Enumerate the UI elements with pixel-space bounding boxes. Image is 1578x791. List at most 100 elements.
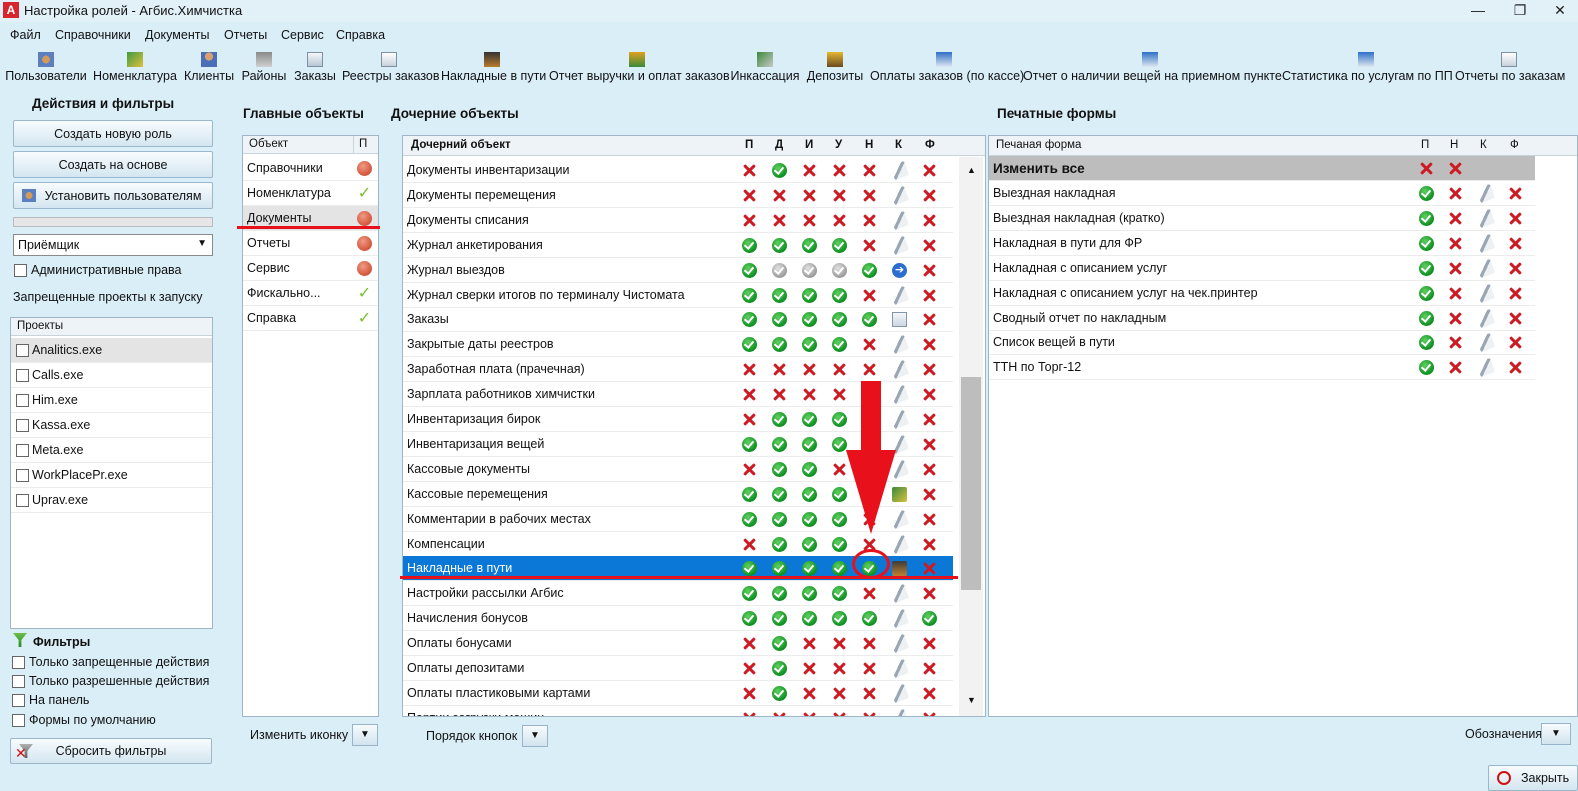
list-item[interactable]: Meta.exe — [11, 438, 212, 463]
tick-icon[interactable]: ✓ — [357, 311, 372, 327]
check-icon[interactable] — [802, 461, 817, 477]
eraser-icon[interactable] — [1475, 258, 1496, 278]
create-role-button[interactable]: Создать новую роль — [13, 120, 213, 147]
cross-icon[interactable] — [772, 362, 787, 377]
check-icon[interactable] — [832, 536, 847, 552]
column-header[interactable]: Ф — [925, 139, 935, 151]
check-icon[interactable] — [802, 561, 817, 577]
cross-icon[interactable] — [832, 362, 847, 377]
project-checkbox[interactable] — [16, 469, 29, 482]
check-icon[interactable] — [802, 337, 817, 353]
close-button[interactable]: Закрыть — [1488, 765, 1578, 791]
list-item[interactable]: Kassa.exe — [11, 413, 212, 438]
cross-icon[interactable] — [922, 263, 937, 278]
toolbar-waybills-button[interactable]: Накладные в пути — [441, 48, 546, 88]
check-icon[interactable] — [742, 511, 757, 527]
check-icon[interactable] — [772, 486, 787, 502]
check-icon[interactable] — [772, 561, 787, 577]
project-checkbox[interactable] — [16, 444, 29, 457]
cross-icon[interactable] — [862, 711, 877, 716]
table-row[interactable]: ТТН по Торг-12 — [989, 355, 1535, 381]
cross-icon[interactable] — [922, 238, 937, 253]
cross-icon[interactable] — [922, 387, 937, 402]
tick-icon[interactable]: ✓ — [357, 186, 372, 202]
eraser-icon[interactable] — [889, 633, 910, 654]
cross-icon[interactable] — [742, 412, 757, 427]
column-header[interactable]: И — [805, 139, 813, 151]
column-header[interactable]: К — [895, 139, 902, 151]
eraser-icon[interactable] — [1475, 208, 1496, 229]
project-checkbox[interactable] — [16, 369, 29, 382]
menu-file[interactable]: Файл — [10, 28, 41, 42]
check-icon[interactable] — [832, 561, 847, 577]
check-icon[interactable] — [742, 561, 757, 577]
cross-icon[interactable] — [922, 636, 937, 651]
cross-icon[interactable] — [922, 412, 937, 427]
admin-rights-checkbox[interactable] — [14, 264, 27, 277]
table-row[interactable]: Сервис — [243, 256, 378, 281]
check-icon[interactable] — [1419, 360, 1434, 376]
cross-icon[interactable] — [922, 437, 937, 452]
toolbar-clients-button[interactable]: Клиенты — [183, 48, 235, 88]
check-icon[interactable] — [742, 262, 757, 278]
cross-icon[interactable] — [1508, 360, 1523, 375]
table-row[interactable]: Начисления бонусов — [403, 606, 953, 632]
table-row[interactable]: Журнал анкетирования — [403, 233, 953, 258]
check-icon[interactable] — [772, 511, 787, 527]
cross-icon[interactable] — [1448, 236, 1463, 251]
check-icon[interactable] — [832, 312, 847, 328]
table-row[interactable]: Список вещей в пути — [989, 330, 1535, 356]
cross-icon[interactable] — [772, 387, 787, 402]
check-icon[interactable] — [742, 486, 757, 502]
check-icon[interactable] — [772, 237, 787, 253]
cross-icon[interactable] — [832, 387, 847, 402]
cross-icon[interactable] — [772, 188, 787, 203]
check-icon[interactable] — [742, 436, 757, 452]
grey-check-icon[interactable] — [802, 262, 817, 278]
table-row[interactable]: Партии загрузки машин — [403, 706, 953, 716]
check-icon[interactable] — [742, 312, 757, 328]
eraser-icon[interactable] — [1475, 358, 1496, 378]
cross-icon[interactable] — [1508, 236, 1523, 251]
check-icon[interactable] — [832, 611, 847, 627]
project-checkbox[interactable] — [16, 394, 29, 407]
eraser-icon[interactable] — [889, 609, 910, 629]
table-row[interactable]: Справочники — [243, 156, 378, 181]
menu-reports[interactable]: Отчеты — [224, 28, 267, 42]
cross-icon[interactable] — [802, 387, 817, 402]
only-forbidden-checkbox[interactable] — [12, 656, 25, 669]
check-icon[interactable] — [772, 661, 787, 676]
cross-icon[interactable] — [1448, 161, 1463, 176]
table-row[interactable]: Документы списания — [403, 208, 953, 233]
check-icon[interactable] — [772, 461, 787, 477]
child-scrollbar[interactable]: ▲ ▼ — [959, 157, 983, 716]
column-header[interactable]: У — [835, 139, 842, 151]
cross-icon[interactable] — [922, 512, 937, 527]
check-icon[interactable] — [772, 685, 787, 701]
cross-icon[interactable] — [742, 163, 757, 178]
cross-icon[interactable] — [742, 213, 757, 228]
eraser-icon[interactable] — [889, 160, 910, 181]
table-row[interactable]: Накладная в пути для ФР — [989, 231, 1535, 256]
red-circle-icon[interactable] — [357, 161, 372, 176]
check-icon[interactable] — [802, 312, 817, 328]
minimize-icon[interactable]: — — [1458, 0, 1498, 22]
check-icon[interactable] — [832, 412, 847, 427]
cross-icon[interactable] — [742, 636, 757, 651]
cross-icon[interactable] — [742, 661, 757, 676]
cross-icon[interactable] — [922, 188, 937, 203]
list-item[interactable]: Uprav.exe — [11, 488, 212, 513]
toolbar-statistics-button[interactable]: Статистика по услугам по ПП — [1282, 48, 1453, 88]
table-row[interactable]: Фискально... ✓ — [243, 281, 378, 306]
eraser-icon[interactable] — [889, 459, 910, 479]
cross-icon[interactable] — [742, 362, 757, 377]
eraser-icon[interactable] — [889, 285, 910, 305]
arrow-right-icon[interactable]: ➔ — [892, 262, 907, 278]
table-row[interactable]: Отчеты — [243, 231, 378, 256]
check-icon[interactable] — [832, 436, 847, 452]
check-icon[interactable] — [802, 586, 817, 602]
check-icon[interactable] — [802, 511, 817, 527]
check-icon[interactable] — [832, 511, 847, 527]
toolbar-order-registry-button[interactable]: Реестры заказов — [342, 48, 440, 88]
cross-icon[interactable] — [802, 163, 817, 178]
